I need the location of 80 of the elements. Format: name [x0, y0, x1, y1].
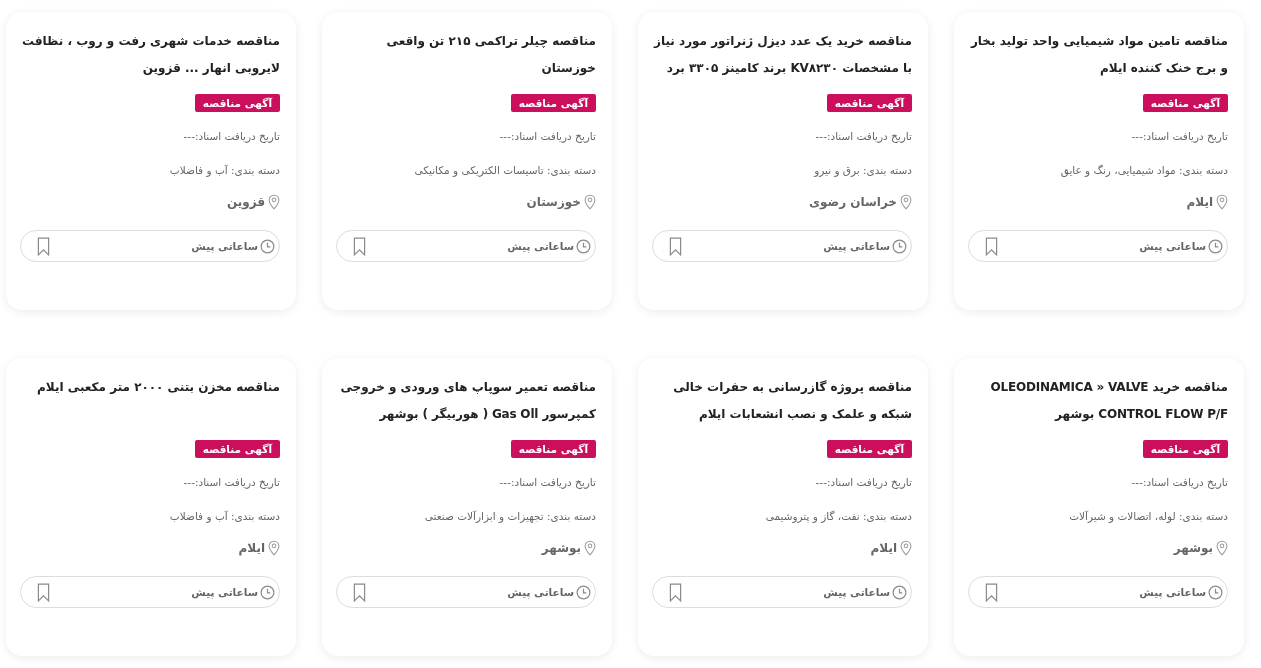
clock-icon	[260, 584, 275, 600]
location-text: ایلام	[870, 541, 897, 555]
bookmark-icon[interactable]	[669, 236, 682, 256]
location-pin-icon	[1216, 194, 1228, 210]
clock-icon	[1208, 584, 1223, 600]
location-pin-icon	[584, 194, 596, 210]
time-text: ساعاتی پیش	[823, 240, 890, 252]
clock-icon	[892, 584, 907, 600]
clock-icon	[892, 238, 907, 254]
bookmark-icon[interactable]	[37, 582, 50, 602]
time-text: ساعاتی پیش	[1139, 240, 1206, 252]
tender-badge: آگهی مناقصه	[194, 440, 280, 458]
document-date: تاریخ دریافت اسناد:---	[1130, 475, 1228, 491]
tender-card[interactable]: مناقصه پروژه گازرسانی به حفرات خالی شبکه و علمک و نصب انشعابات ایلام آگهی مناقصه تاریخ دریافت اسناد:--- دسته بندی: نفت، گاز و پتروشیمی ایلام ساعاتی پیش	[638, 358, 928, 656]
tender-title[interactable]: مناقصه خدمات شهری رفت و روب ، نظافت لایروبی انهار ... قزوین	[20, 28, 280, 82]
category-text: دسته بندی: تجهیزات و ابزارآلات صنعتی	[423, 509, 596, 525]
time-text: ساعاتی پیش	[507, 240, 574, 252]
category-text: دسته بندی: لوله، اتصالات و شیرآلات	[1068, 509, 1228, 525]
tender-title[interactable]: مناقصه خرید OLEODINAMICA » VALVE CONTROL FLOW P/F بوشهر	[968, 374, 1228, 428]
tender-badge: آگهی مناقصه	[510, 94, 596, 112]
category-text: دسته بندی: نفت، گاز و پتروشیمی	[764, 509, 912, 525]
time-text: ساعاتی پیش	[191, 586, 258, 598]
bookmark-icon[interactable]	[669, 582, 682, 602]
location-pin-icon	[268, 540, 280, 556]
document-date: تاریخ دریافت اسناد:---	[814, 129, 912, 145]
tender-card[interactable]: مناقصه مخزن بتنی ۲۰۰۰ متر مکعبی ایلام آگهی مناقصه تاریخ دریافت اسناد:--- دسته بندی: آب و فاضلاب ایلام ساعاتی پیش	[6, 358, 296, 656]
tender-badge: آگهی مناقصه	[1142, 94, 1228, 112]
bookmark-icon[interactable]	[353, 236, 366, 256]
document-date: تاریخ دریافت اسناد:---	[1130, 129, 1228, 145]
time-text: ساعاتی پیش	[507, 586, 574, 598]
location-pin-icon	[900, 194, 912, 210]
tender-card[interactable]: مناقصه خرید یک عدد دیزل ژنراتور مورد نیاز با مشخصات KV۸۲۳۰ برند کامینز ۳۳۰۵ برد آگهی مناقصه تاریخ دریافت اسناد:--- دسته بندی: برق و نیرو خراسان رضوی ساعاتی پیش	[638, 12, 928, 310]
clock-icon	[1208, 238, 1223, 254]
category-text: دسته بندی: مواد شیمیایی، رنگ و عایق	[1059, 163, 1228, 179]
tender-badge: آگهی مناقصه	[1142, 440, 1228, 458]
tender-card[interactable]: مناقصه خرید OLEODINAMICA » VALVE CONTROL FLOW P/F بوشهر آگهی مناقصه تاریخ دریافت اسناد:--- دسته بندی: لوله، اتصالات و شیرآلات بوشهر ساعاتی پیش	[954, 358, 1244, 656]
tender-title[interactable]: مناقصه پروژه گازرسانی به حفرات خالی شبکه و علمک و نصب انشعابات ایلام	[652, 374, 912, 428]
tender-title[interactable]: مناقصه چیلر تراکمی ۲۱۵ تن واقعی خوزستان	[336, 28, 596, 82]
document-date: تاریخ دریافت اسناد:---	[498, 475, 596, 491]
location-pin-icon	[584, 540, 596, 556]
bookmark-icon[interactable]	[37, 236, 50, 256]
location-pin-icon	[1216, 540, 1228, 556]
location-text: ایلام	[1186, 195, 1213, 209]
location-text: قزوین	[226, 195, 265, 209]
document-date: تاریخ دریافت اسناد:---	[182, 475, 280, 491]
tender-card[interactable]: مناقصه چیلر تراکمی ۲۱۵ تن واقعی خوزستان آگهی مناقصه تاریخ دریافت اسناد:--- دسته بندی: تاسیسات الکتریکی و مکانیکی خوزستان ساعاتی پیش	[322, 12, 612, 310]
bookmark-icon[interactable]	[985, 236, 998, 256]
location-text: بوشهر	[1173, 541, 1213, 555]
category-text: دسته بندی: آب و فاضلاب	[168, 163, 280, 179]
document-date: تاریخ دریافت اسناد:---	[498, 129, 596, 145]
bookmark-icon[interactable]	[985, 582, 998, 602]
clock-icon	[260, 238, 275, 254]
tender-badge: آگهی مناقصه	[510, 440, 596, 458]
tender-badge: آگهی مناقصه	[194, 94, 280, 112]
time-text: ساعاتی پیش	[823, 586, 890, 598]
time-text: ساعاتی پیش	[191, 240, 258, 252]
location-pin-icon	[268, 194, 280, 210]
clock-icon	[576, 238, 591, 254]
location-text: خوزستان	[526, 195, 581, 209]
location-text: خراسان رضوی	[809, 195, 897, 209]
tender-card[interactable]: مناقصه تامین مواد شیمیایی واحد تولید بخار و برج خنک کننده ایلام آگهی مناقصه تاریخ دریافت اسناد:--- دسته بندی: مواد شیمیایی، رنگ و عایق ایلام ساعاتی پیش	[954, 12, 1244, 310]
category-text: دسته بندی: تاسیسات الکتریکی و مکانیکی	[413, 163, 596, 179]
document-date: تاریخ دریافت اسناد:---	[814, 475, 912, 491]
location-pin-icon	[900, 540, 912, 556]
tender-card[interactable]: مناقصه تعمیر سوپاپ های ورودی و خروجی کمپرسور Gas Oll ( هوربیگر ) بوشهر آگهی مناقصه تاریخ دریافت اسناد:--- دسته بندی: تجهیزات و ابزارآلات صنعتی بوشهر ساعاتی پیش	[322, 358, 612, 656]
bookmark-icon[interactable]	[353, 582, 366, 602]
tender-badge: آگهی مناقصه	[826, 94, 912, 112]
category-text: دسته بندی: آب و فاضلاب	[168, 509, 280, 525]
document-date: تاریخ دریافت اسناد:---	[182, 129, 280, 145]
tender-badge: آگهی مناقصه	[826, 440, 912, 458]
category-text: دسته بندی: برق و نیرو	[812, 163, 912, 179]
tender-card[interactable]: مناقصه خدمات شهری رفت و روب ، نظافت لایروبی انهار ... قزوین آگهی مناقصه تاریخ دریافت اسناد:--- دسته بندی: آب و فاضلاب قزوین ساعاتی پیش	[6, 12, 296, 310]
clock-icon	[576, 584, 591, 600]
tender-title[interactable]: مناقصه تامین مواد شیمیایی واحد تولید بخار و برج خنک کننده ایلام	[968, 28, 1228, 82]
tender-title[interactable]: مناقصه تعمیر سوپاپ های ورودی و خروجی کمپرسور Gas Oll ( هوربیگر ) بوشهر	[336, 374, 596, 428]
location-text: بوشهر	[541, 541, 581, 555]
time-text: ساعاتی پیش	[1139, 586, 1206, 598]
tender-title[interactable]: مناقصه خرید یک عدد دیزل ژنراتور مورد نیاز با مشخصات KV۸۲۳۰ برند کامینز ۳۳۰۵ برد	[652, 28, 912, 82]
location-text: ایلام	[238, 541, 265, 555]
tender-title[interactable]: مناقصه مخزن بتنی ۲۰۰۰ متر مکعبی ایلام	[20, 374, 280, 428]
